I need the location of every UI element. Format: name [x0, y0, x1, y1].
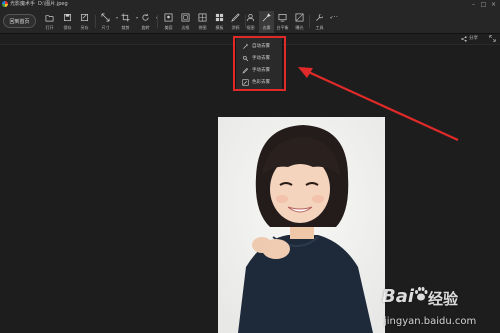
- more-tools[interactable]: …: [330, 11, 340, 33]
- minimize-icon[interactable]: –: [470, 0, 477, 9]
- wrench-icon: [316, 14, 323, 21]
- save-as-icon: [80, 13, 89, 22]
- tool-open[interactable]: 打开: [42, 11, 57, 33]
- tool-label: 另存: [80, 25, 89, 30]
- tool-crop[interactable]: 裁剪 ▾: [118, 11, 138, 33]
- open-icon: [45, 15, 54, 22]
- file-path: D:\图片.jpeg: [38, 1, 68, 7]
- share-button[interactable]: 分享: [461, 35, 478, 43]
- app-title: 光影魔术手: [10, 1, 36, 7]
- paw-icon: [415, 287, 428, 301]
- baidu-watermark: Bai 经验 jingyan.baidu.com: [378, 284, 500, 333]
- watermark-url: jingyan.baidu.com: [384, 316, 477, 327]
- defog-icon: [262, 13, 271, 22]
- photo-image: [218, 117, 385, 333]
- watermark-brand: Bai: [382, 286, 415, 307]
- title-bar: 光影魔术手 D:\图片.jpeg – □ ×: [0, 0, 500, 9]
- highlight-box: [233, 36, 286, 91]
- tool-label: 旋转: [141, 25, 150, 30]
- tool-label: 工具: [315, 25, 324, 30]
- save-icon: [63, 13, 72, 22]
- tool-resize[interactable]: 尺寸 ▾: [98, 11, 118, 33]
- back-home-button[interactable]: 回到首页: [3, 14, 36, 28]
- collage-icon: [198, 13, 207, 22]
- tool-rotate[interactable]: 旋转 ▾: [138, 11, 158, 33]
- app-logo-icon: [2, 1, 8, 7]
- expand-icon[interactable]: [489, 35, 496, 42]
- crop-icon: [121, 13, 130, 22]
- tool-save-as[interactable]: 另存: [77, 11, 92, 33]
- close-icon[interactable]: ×: [490, 0, 497, 9]
- template-icon: [215, 13, 224, 22]
- app-window: 光影魔术手 D:\图片.jpeg – □ × 回到首页 打开 保存 另存 尺寸 …: [0, 0, 500, 333]
- share-icon: [461, 36, 467, 42]
- frame-icon: [181, 13, 190, 22]
- share-label: 分享: [469, 36, 478, 41]
- main-toolbar: 回到首页 打开 保存 另存 尺寸 ▾ 裁剪 ▾ 旋转 ▾: [0, 9, 500, 34]
- tool-exposure[interactable]: 曝光: [292, 11, 307, 33]
- more-icon: …: [331, 11, 338, 19]
- cutout-icon: [246, 13, 255, 22]
- resize-icon: [101, 13, 110, 22]
- beauty-icon: [164, 13, 173, 22]
- doodle-icon: [231, 13, 240, 22]
- edited-photo: [218, 117, 385, 333]
- tool-tools[interactable]: 工具 ▾: [312, 11, 332, 33]
- rotate-icon: [142, 13, 149, 21]
- watermark-sub: 经验: [428, 290, 459, 308]
- exposure-icon: [295, 13, 304, 22]
- maximize-icon[interactable]: □: [480, 0, 487, 9]
- window-controls: – □ ×: [470, 0, 500, 9]
- white-balance-icon: [278, 13, 287, 22]
